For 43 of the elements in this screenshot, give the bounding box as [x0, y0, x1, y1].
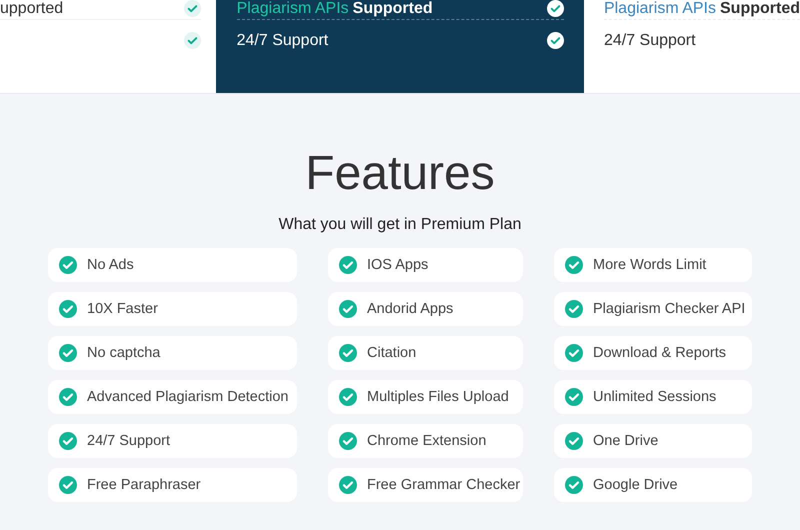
feature-label: 24/7 Support [87, 433, 170, 449]
feature-label: More Words Limit [593, 257, 706, 273]
check-icon [565, 256, 583, 274]
check-icon [565, 476, 583, 494]
check-icon [59, 388, 77, 406]
check-icon [339, 300, 357, 318]
check-icon [59, 256, 77, 274]
check-icon [339, 476, 357, 494]
section-subtitle: What you will get in Premium Plan [278, 216, 522, 234]
feature-label: Multiples Files Upload [367, 389, 509, 405]
feature-label: No captcha [87, 345, 160, 361]
check-icon [565, 388, 583, 406]
plan-feature: upported [0, 0, 64, 17]
check-icon [339, 388, 357, 406]
plan-feature: 24/7 Support [604, 32, 696, 48]
check-icon [565, 432, 583, 450]
plan-feature: Plagiarism APIs Supported [236, 0, 433, 17]
feature-label: Plagiarism Checker API [593, 301, 746, 317]
feature-label: Andorid Apps [367, 301, 454, 317]
feature-label: Google Drive [593, 477, 678, 493]
check-icon [59, 432, 77, 450]
check-icon [59, 300, 77, 318]
plan-feature: 24/7 Support [236, 32, 328, 48]
feature-label: IOS Apps [367, 257, 428, 273]
check-icon [59, 344, 77, 362]
feature-label: 10X Faster [87, 301, 158, 317]
check-icon [59, 476, 77, 494]
feature-label: Download & Reports [593, 345, 726, 361]
section-title: Features [304, 146, 496, 202]
feature-label: Advanced Plagiarism Detection [87, 389, 288, 405]
feature-label: Chrome Extension [367, 433, 486, 449]
feature-label: One Drive [593, 433, 658, 449]
feature-label: Free Grammar Checker [367, 477, 520, 493]
feature-label: Unlimited Sessions [593, 389, 716, 405]
feature-label: No Ads [87, 257, 134, 273]
check-icon [339, 344, 357, 362]
feature-label: Free Paraphraser [87, 477, 201, 493]
plan-feature: Plagiarism APIs Supported [604, 0, 800, 17]
feature-label: Citation [367, 345, 416, 361]
check-icon [565, 344, 583, 362]
check-icon [339, 432, 357, 450]
check-icon [339, 256, 357, 274]
check-icon [565, 300, 583, 318]
